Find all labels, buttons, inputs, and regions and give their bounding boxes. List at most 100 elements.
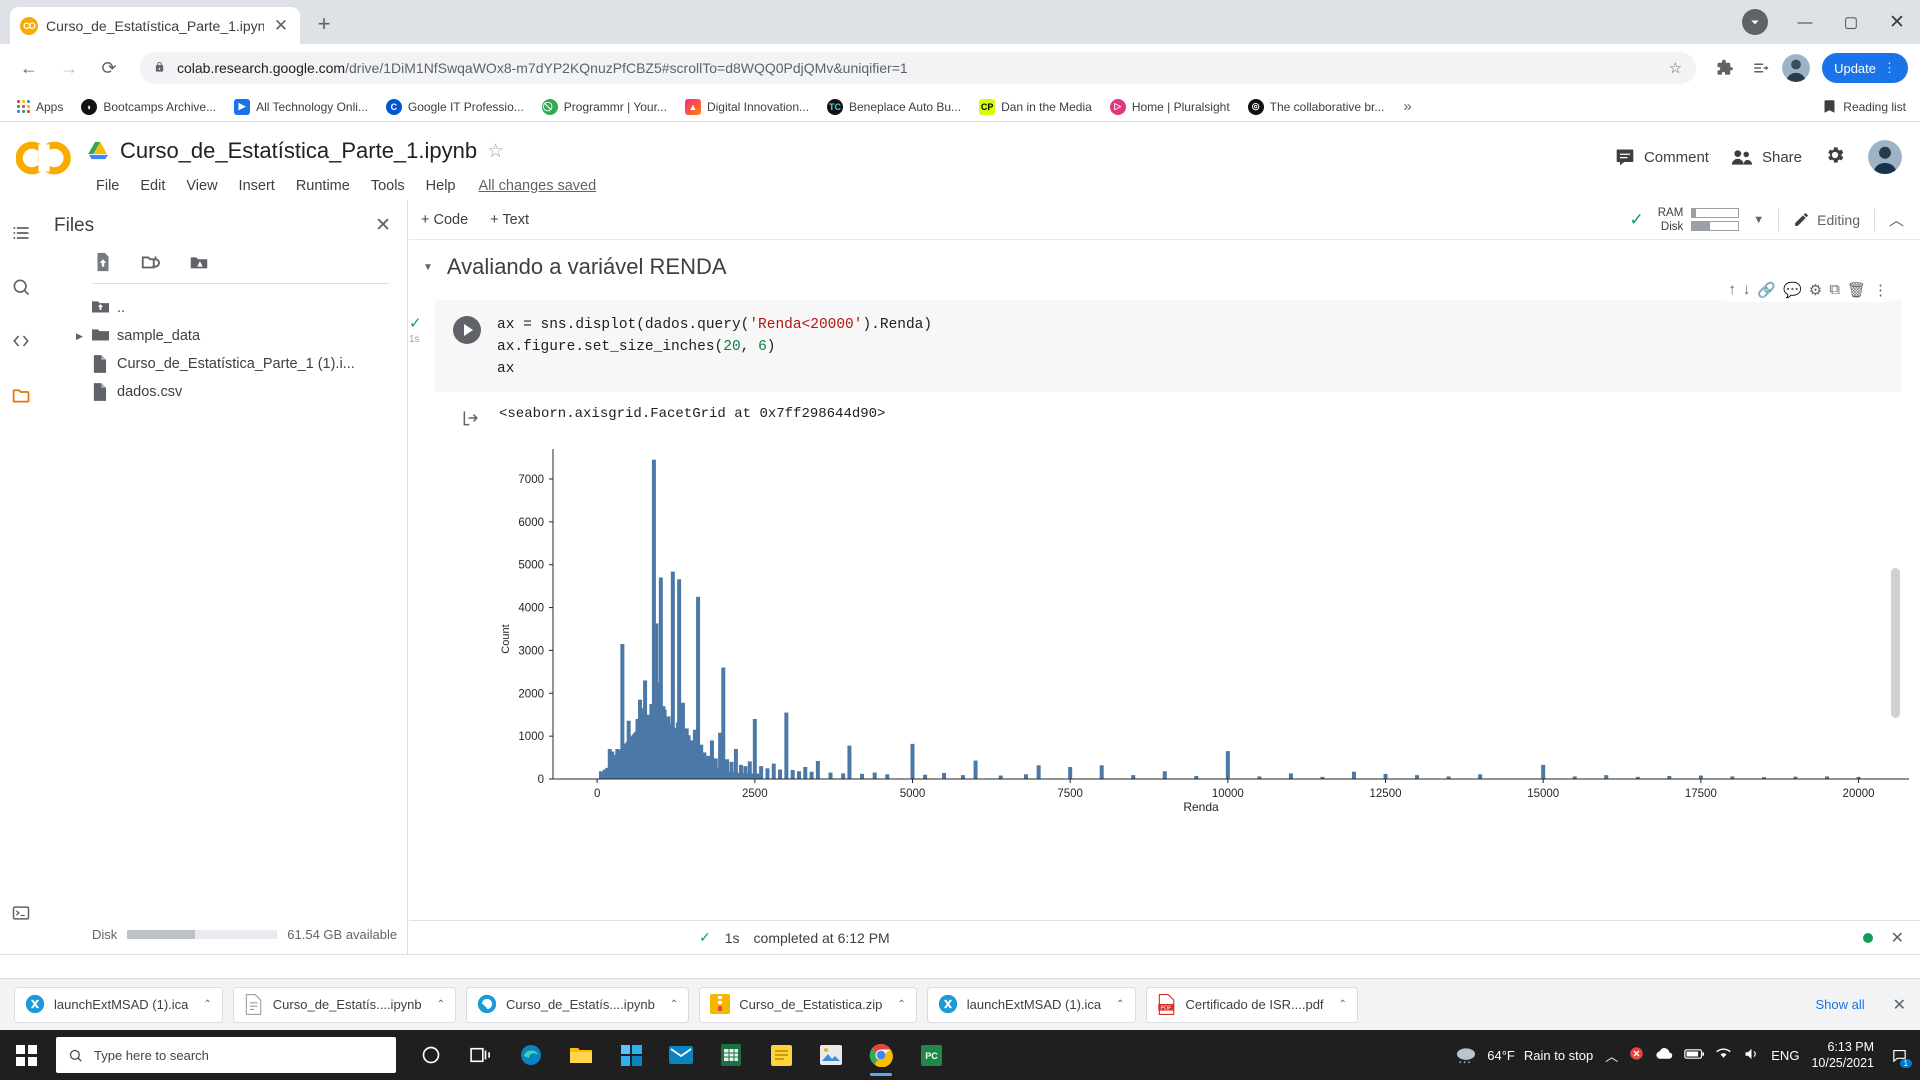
start-button[interactable] xyxy=(0,1030,52,1080)
mail-icon[interactable] xyxy=(658,1032,704,1078)
store-icon[interactable] xyxy=(608,1032,654,1078)
download-item[interactable]: PDF Certificado de ISR....pdf ⌃ xyxy=(1145,986,1358,1023)
download-item[interactable]: launchExtMSAD (1).ica ⌃ xyxy=(926,986,1136,1023)
bookmark-programmr[interactable]: ⃠ Programmr | Your... xyxy=(535,96,674,118)
colab-logo-icon[interactable] xyxy=(15,140,72,180)
comment-icon[interactable]: 💬 xyxy=(1783,281,1802,299)
pc-icon[interactable]: PC xyxy=(908,1032,954,1078)
search-icon[interactable] xyxy=(8,274,34,300)
profile-chip-icon[interactable] xyxy=(1742,9,1768,35)
taskbar-clock[interactable]: 6:13 PM 10/25/2021 xyxy=(1811,1039,1874,1071)
edge-icon[interactable] xyxy=(508,1032,554,1078)
bookmark-dan-in-the-media[interactable]: CP Dan in the Media xyxy=(972,96,1099,118)
caret-down-icon[interactable]: ▼ xyxy=(1753,214,1764,226)
extensions-icon[interactable] xyxy=(1710,53,1740,83)
chevron-up-icon[interactable]: ⌃ xyxy=(1339,999,1347,1010)
notebook-title[interactable]: Curso_de_Estatística_Parte_1.ipynb xyxy=(120,138,477,164)
link-icon[interactable]: 🔗 xyxy=(1757,281,1776,299)
colab-user-avatar[interactable] xyxy=(1868,140,1902,174)
gear-icon[interactable] xyxy=(1824,144,1846,171)
files-icon[interactable] xyxy=(8,382,34,408)
star-icon[interactable]: ☆ xyxy=(487,140,504,163)
bookmark-google-it[interactable]: C Google IT Professio... xyxy=(379,96,531,118)
browser-profile-avatar[interactable] xyxy=(1782,54,1811,82)
chevron-up-icon[interactable]: ⌃ xyxy=(1116,999,1124,1010)
copy-icon[interactable]: ⧉ xyxy=(1829,281,1840,299)
close-window-button[interactable]: ✕ xyxy=(1874,0,1920,44)
notes-icon[interactable] xyxy=(758,1032,804,1078)
file-row-sample-data[interactable]: ▶ sample_data xyxy=(42,322,407,350)
language-indicator[interactable]: ENG xyxy=(1771,1048,1799,1063)
chevron-up-icon[interactable]: ⌃ xyxy=(670,999,678,1010)
file-row-notebook[interactable]: Curso_de_Estatística_Parte_1 (1).i... xyxy=(42,350,407,378)
bookmark-beneplace[interactable]: TC Beneplace Auto Bu... xyxy=(820,96,968,118)
reload-icon[interactable]: ⟳ xyxy=(92,51,126,85)
volume-icon[interactable] xyxy=(1743,1047,1760,1064)
editing-mode-button[interactable]: Editing xyxy=(1793,211,1860,228)
bookmark-collaborative[interactable]: ◎ The collaborative br... xyxy=(1241,96,1392,118)
wifi-icon[interactable] xyxy=(1715,1047,1732,1063)
download-item[interactable]: launchExtMSAD (1).ica ⌃ xyxy=(14,986,223,1023)
file-row-dados-csv[interactable]: dados.csv xyxy=(42,378,407,406)
excel-icon[interactable] xyxy=(708,1032,754,1078)
cell-code[interactable]: ax = sns.displot(dados.query('Renda<2000… xyxy=(497,300,932,392)
menu-view[interactable]: View xyxy=(176,174,227,198)
chrome-icon[interactable] xyxy=(858,1032,904,1078)
delete-icon[interactable]: 🗑 xyxy=(1847,281,1866,299)
settings-icon[interactable]: ⚙ xyxy=(1809,281,1822,299)
show-all-downloads-button[interactable]: Show all xyxy=(1803,991,1876,1018)
code-snippets-icon[interactable] xyxy=(8,328,34,354)
notifications-button[interactable]: 1 xyxy=(1886,1038,1912,1072)
more-icon[interactable]: ⋮ xyxy=(1873,281,1888,299)
maximize-button[interactable]: ▢ xyxy=(1828,0,1874,44)
share-button[interactable]: Share xyxy=(1731,148,1802,166)
antivirus-icon[interactable] xyxy=(1629,1046,1644,1064)
ram-disk-indicator[interactable]: RAM Disk xyxy=(1658,206,1740,234)
tray-expand-icon[interactable]: ︿ xyxy=(1605,1046,1618,1065)
photos-icon[interactable] xyxy=(808,1032,854,1078)
menu-tools[interactable]: Tools xyxy=(361,174,415,198)
menu-file[interactable]: File xyxy=(86,174,129,198)
refresh-folder-icon[interactable] xyxy=(140,251,162,273)
bookmarks-overflow-icon[interactable]: » xyxy=(1395,98,1419,115)
browser-tab[interactable]: CO Curso_de_Estatística_Parte_1.ipynb ✕ xyxy=(10,7,300,44)
run-cell-button[interactable] xyxy=(453,316,481,344)
taskbar-search[interactable]: Type here to search xyxy=(56,1037,396,1073)
code-cell[interactable]: ✓ 1s ax = sns.displot(dados.query('Renda… xyxy=(409,300,1902,392)
download-item[interactable]: Curso_de_Estatís....ipynb ⌃ xyxy=(232,986,457,1023)
mount-drive-icon[interactable] xyxy=(188,251,210,273)
upload-icon[interactable] xyxy=(92,251,114,273)
download-item[interactable]: Curso_de_Estatistica.zip ⌃ xyxy=(699,986,917,1023)
back-icon[interactable]: ← xyxy=(12,51,46,85)
new-tab-button[interactable]: + xyxy=(306,6,342,42)
forward-icon[interactable]: → xyxy=(52,51,86,85)
minimize-button[interactable]: — xyxy=(1782,0,1828,44)
close-tab-icon[interactable]: ✕ xyxy=(272,17,290,34)
close-icon[interactable]: ✕ xyxy=(375,214,391,237)
menu-runtime[interactable]: Runtime xyxy=(286,174,360,198)
toc-icon[interactable] xyxy=(8,220,34,246)
bookmark-all-technology[interactable]: ▶ All Technology Onli... xyxy=(227,96,375,118)
battery-icon[interactable] xyxy=(1684,1048,1705,1063)
add-text-cell-button[interactable]: + Text xyxy=(490,212,529,228)
download-item[interactable]: Curso_de_Estatís....ipynb ⌃ xyxy=(466,986,690,1023)
close-status-icon[interactable]: ✕ xyxy=(1891,928,1904,948)
terminal-icon[interactable] xyxy=(8,900,34,926)
chevron-up-icon[interactable]: ⌃ xyxy=(437,999,445,1010)
file-row-up[interactable]: .. xyxy=(42,294,407,322)
chevron-right-icon[interactable]: ▶ xyxy=(76,331,83,342)
address-bar[interactable]: colab.research.google.com/drive/1DiM1NfS… xyxy=(140,52,1697,84)
collapse-section-icon[interactable]: ▼ xyxy=(423,262,433,273)
explorer-icon[interactable] xyxy=(558,1032,604,1078)
close-shelf-icon[interactable]: ✕ xyxy=(1893,995,1906,1015)
cortana-icon[interactable] xyxy=(408,1032,454,1078)
onedrive-icon[interactable] xyxy=(1655,1047,1673,1063)
weather-widget[interactable]: 64°F Rain to stop xyxy=(1454,1046,1593,1064)
move-up-icon[interactable]: ↑ xyxy=(1728,281,1736,299)
move-down-icon[interactable]: ↓ xyxy=(1743,281,1751,299)
reading-list-button[interactable]: Reading list xyxy=(1822,99,1910,114)
update-button[interactable]: Update ⋮ xyxy=(1822,53,1908,83)
share-list-icon[interactable] xyxy=(1746,53,1776,83)
chevron-up-icon[interactable]: ⌃ xyxy=(203,999,211,1010)
save-status[interactable]: All changes saved xyxy=(479,178,597,194)
